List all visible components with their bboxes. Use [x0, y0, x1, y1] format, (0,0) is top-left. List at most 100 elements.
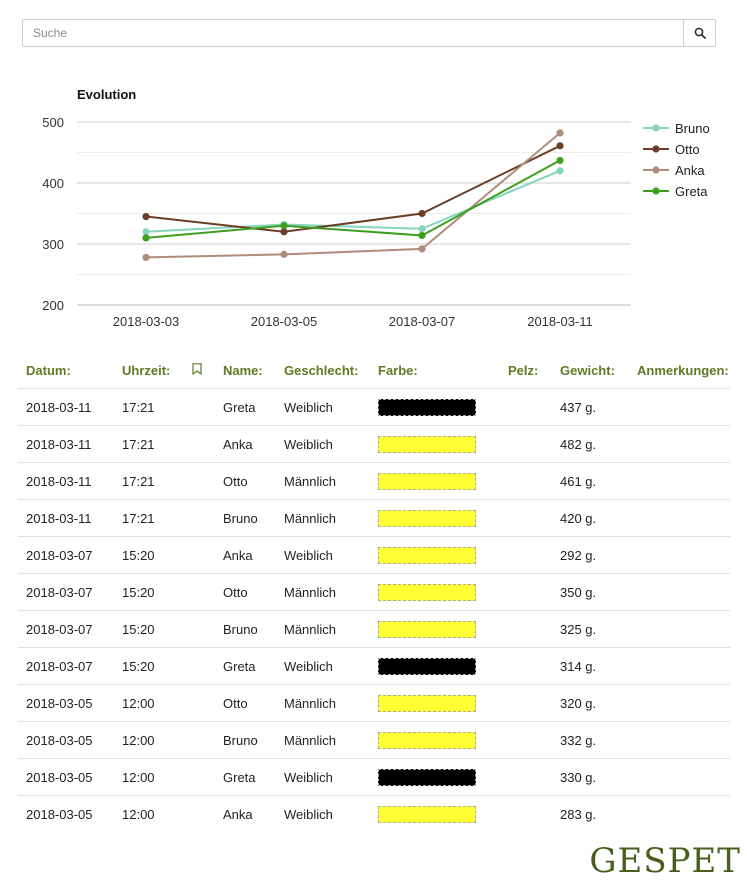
header-date[interactable]: Datum:: [18, 352, 114, 389]
legend-label[interactable]: Anka: [675, 163, 705, 178]
search-button[interactable]: [683, 20, 715, 46]
gespet-logo: GESPET: [589, 841, 741, 881]
cell-name: Greta: [215, 647, 276, 685]
color-swatch: [378, 509, 476, 527]
table-row[interactable]: 2018-03-07 15:20 Otto Männlich 350 g.: [18, 573, 730, 611]
cell-color: [370, 610, 500, 648]
cell-notes: [629, 536, 730, 574]
cell-notes: [629, 388, 730, 426]
color-swatch: [378, 768, 476, 786]
header-fur[interactable]: Pelz:: [500, 352, 552, 389]
cell-bookmark: [184, 388, 215, 426]
color-swatch: [378, 657, 476, 675]
cell-time: 17:21: [114, 425, 184, 463]
cell-sex: Männlich: [276, 610, 370, 648]
cell-name: Greta: [215, 388, 276, 426]
cell-bookmark: [184, 425, 215, 463]
cell-color: [370, 499, 500, 537]
weighing-table: Datum: Uhrzeit: Name: Geschlecht: Farbe:…: [18, 352, 730, 832]
cell-weight: 283 g.: [560, 806, 597, 822]
legend-label[interactable]: Greta: [675, 184, 708, 199]
header-weight[interactable]: Gewicht:: [552, 352, 629, 389]
cell-sex: Weiblich: [284, 806, 333, 822]
cell-color: [370, 573, 500, 611]
table-row[interactable]: 2018-03-05 12:00 Anka Weiblich 283 g.: [18, 796, 730, 833]
table-row[interactable]: 2018-03-11 17:21 Greta Weiblich 437 g.: [18, 388, 730, 426]
table-row[interactable]: 2018-03-11 17:21 Otto Männlich 461 g.: [18, 462, 730, 500]
search-input[interactable]: [23, 20, 683, 46]
data-point-anka[interactable]: [556, 129, 564, 137]
header-time[interactable]: Uhrzeit:: [114, 352, 184, 389]
cell-weight: 332 g.: [552, 721, 629, 759]
cell-color: [370, 462, 500, 500]
table-row[interactable]: 2018-03-07 15:20 Anka Weiblich 292 g.: [18, 536, 730, 574]
cell-fur: [500, 499, 552, 537]
cell-time: 17:21: [114, 462, 184, 500]
cell-fur: [500, 425, 552, 463]
data-point-bruno[interactable]: [418, 225, 426, 233]
table-row[interactable]: 2018-03-11 17:21 Anka Weiblich 482 g.: [18, 425, 730, 463]
cell-date: 2018-03-07: [18, 536, 114, 574]
cell-sex: Männlich: [276, 721, 370, 759]
cell-weight: 482 g.: [552, 425, 629, 463]
cell-fur: [500, 388, 552, 426]
data-point-greta[interactable]: [142, 234, 150, 242]
table-row[interactable]: 2018-03-05 12:00 Greta Weiblich 330 g.: [18, 758, 730, 796]
chart-title: Evolution: [77, 87, 136, 102]
cell-weight: 420 g.: [552, 499, 629, 537]
cell-color: [370, 647, 500, 685]
cell-notes: [629, 425, 730, 463]
cell-color: [370, 536, 500, 574]
legend-marker: [652, 124, 660, 132]
cell-date: 2018-03-05: [18, 684, 114, 722]
cell-fur: [500, 462, 552, 500]
cell-name: Otto: [215, 684, 276, 722]
legend-marker: [652, 187, 660, 195]
data-point-otto[interactable]: [556, 142, 564, 150]
header-notes[interactable]: Anmerkungen:: [629, 352, 730, 389]
header-color[interactable]: Farbe:: [370, 352, 500, 389]
cell-time: 15:20: [114, 610, 184, 648]
table-row[interactable]: 2018-03-07 15:20 Greta Weiblich 314 g.: [18, 647, 730, 685]
cell-bookmark: [184, 610, 215, 648]
cell-bookmark: [184, 758, 215, 796]
data-point-otto[interactable]: [142, 212, 150, 221]
cell-time: 15:20: [114, 573, 184, 611]
cell-fur: [500, 536, 552, 574]
cell-fur: [500, 721, 552, 759]
cell-weight: 314 g.: [552, 647, 629, 685]
table-row[interactable]: 2018-03-07 15:20 Bruno Männlich 325 g.: [18, 610, 730, 648]
legend-label[interactable]: Otto: [675, 142, 700, 157]
table-row[interactable]: 2018-03-05 12:00 Otto Männlich 320 g.: [18, 684, 730, 722]
data-point-greta[interactable]: [280, 222, 288, 230]
bookmark-header[interactable]: [184, 352, 215, 389]
data-point-anka[interactable]: [280, 250, 288, 258]
x-tick-label: 2018-03-03: [113, 314, 180, 329]
cell-sex: Weiblich: [276, 647, 370, 685]
table-row[interactable]: 2018-03-11 17:21 Bruno Männlich 420 g.: [18, 499, 730, 537]
cell-fur: [500, 573, 552, 611]
x-tick-label: 2018-03-07: [389, 314, 456, 329]
bookmark-icon: [192, 362, 202, 375]
color-swatch: [378, 583, 476, 601]
cell-sex: Männlich: [276, 462, 370, 500]
cell-bookmark: [184, 499, 215, 537]
data-point-bruno[interactable]: [556, 167, 564, 175]
cell-name: Anka: [223, 806, 253, 822]
table-row[interactable]: 2018-03-05 12:00 Bruno Männlich 332 g.: [18, 721, 730, 759]
legend-label[interactable]: Bruno: [675, 121, 710, 136]
data-point-greta[interactable]: [556, 156, 564, 165]
table-header-row: Datum: Uhrzeit: Name: Geschlecht: Farbe:…: [18, 352, 730, 389]
data-point-anka[interactable]: [142, 253, 150, 262]
header-sex[interactable]: Geschlecht:: [276, 352, 370, 389]
cell-name: Otto: [215, 573, 276, 611]
cell-notes: [629, 573, 730, 611]
legend-marker: [652, 166, 660, 174]
data-point-otto[interactable]: [418, 209, 426, 218]
data-point-anka[interactable]: [418, 245, 426, 253]
cell-name: Anka: [215, 425, 276, 463]
data-point-greta[interactable]: [418, 231, 426, 240]
cell-fur: [500, 758, 552, 796]
header-name[interactable]: Name:: [215, 352, 276, 389]
cell-sex: Männlich: [276, 684, 370, 722]
